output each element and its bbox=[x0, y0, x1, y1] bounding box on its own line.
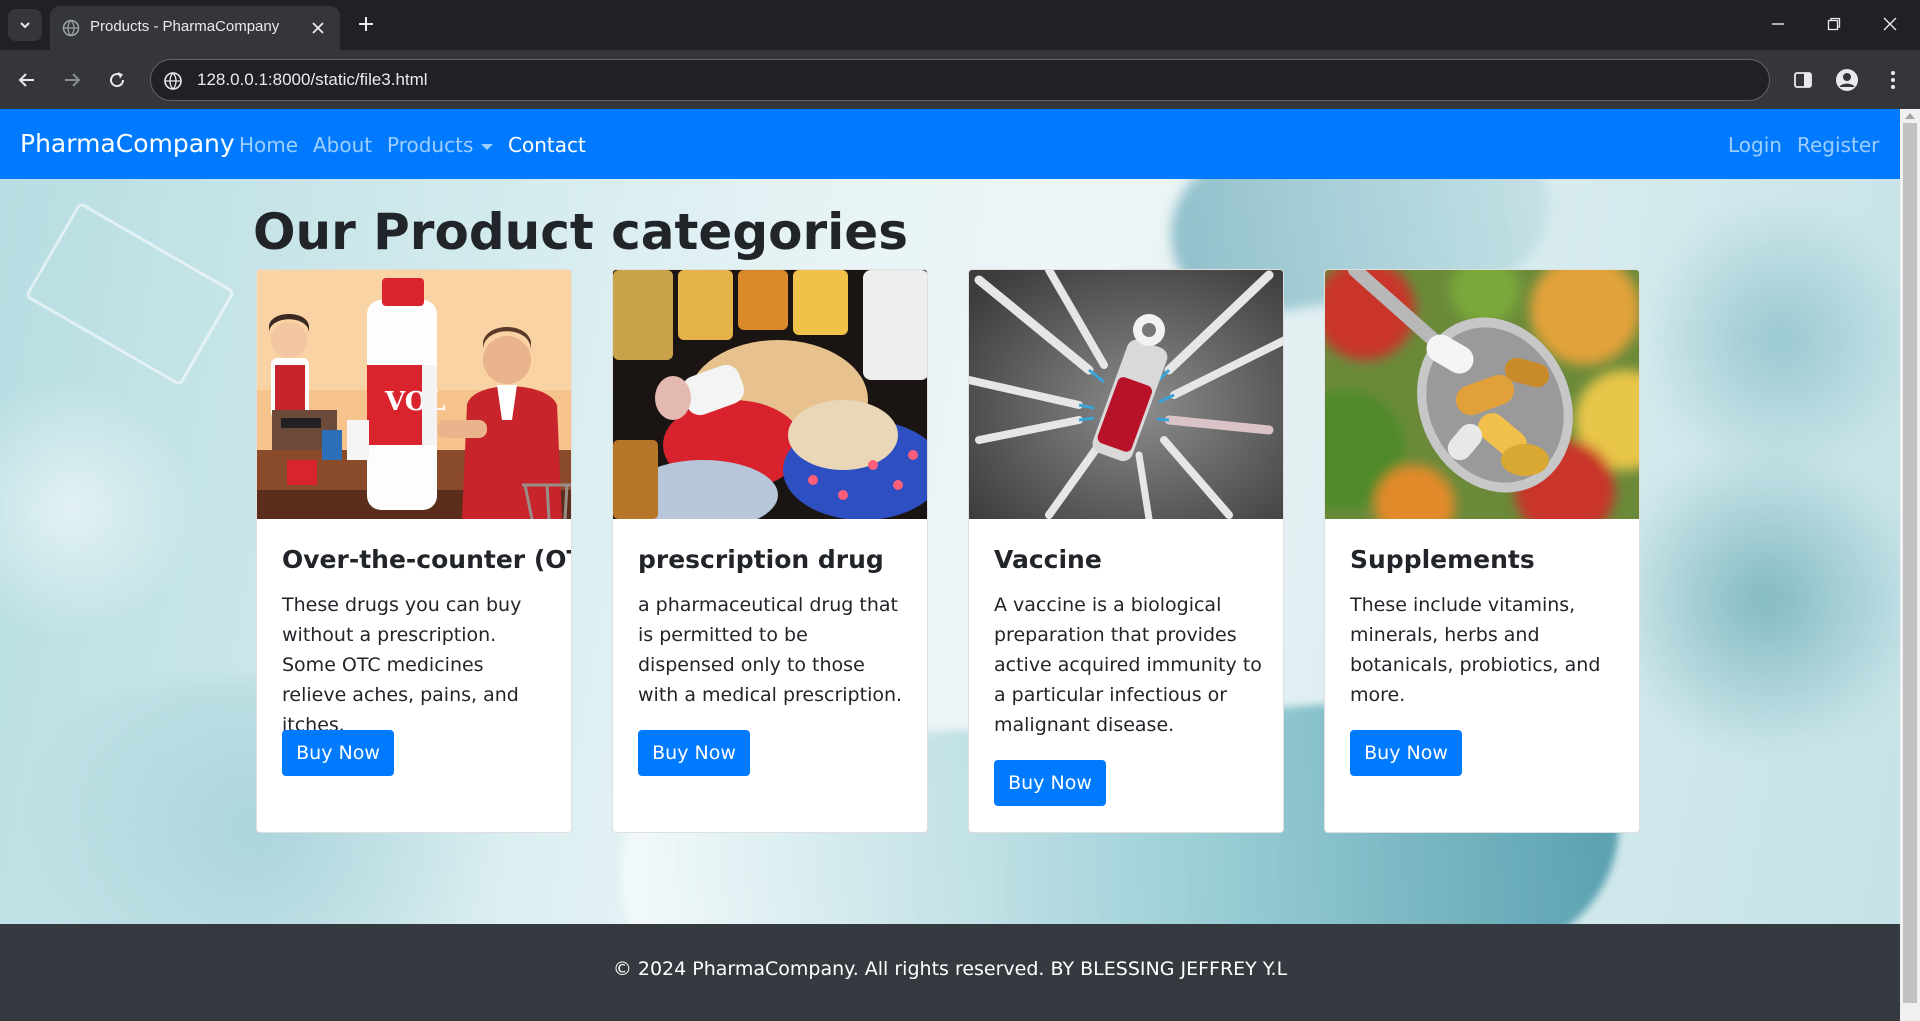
page-viewport: PharmaCompany Home About Products Contac… bbox=[0, 109, 1900, 1021]
card-title: prescription drug bbox=[638, 545, 884, 574]
supplements-card-image bbox=[1325, 270, 1639, 519]
product-card-otc: VOL Over-the-counter (OTC) Th bbox=[256, 269, 572, 833]
nav-about[interactable]: About bbox=[313, 133, 372, 157]
prescription-card-image bbox=[613, 270, 927, 519]
buy-now-button[interactable]: Buy Now bbox=[994, 760, 1106, 806]
more-menu-icon[interactable] bbox=[1878, 65, 1908, 95]
brand-logo[interactable]: PharmaCompany bbox=[20, 129, 235, 158]
chevron-down-icon bbox=[20, 22, 30, 29]
scroll-up-arrow-icon[interactable] bbox=[1905, 113, 1915, 119]
card-title: Vaccine bbox=[994, 545, 1102, 574]
card-text: a pharmaceutical drug that is permitted … bbox=[638, 594, 903, 706]
site-info-icon[interactable] bbox=[163, 71, 183, 91]
nav-products[interactable]: Products bbox=[387, 133, 494, 157]
background-capsule bbox=[1600, 449, 1900, 749]
nav-login[interactable]: Login bbox=[1728, 133, 1782, 157]
tab-title: Products - PharmaCompany bbox=[90, 18, 280, 35]
tab-close-icon[interactable] bbox=[308, 18, 328, 38]
nav-register[interactable]: Register bbox=[1797, 133, 1879, 157]
profile-icon[interactable] bbox=[1832, 65, 1862, 95]
url-text[interactable]: 128.0.0.1:8000/static/file3.html bbox=[197, 70, 428, 90]
back-icon[interactable] bbox=[12, 65, 42, 95]
browser-tab[interactable]: Products - PharmaCompany bbox=[50, 6, 340, 50]
restore-icon[interactable] bbox=[1820, 12, 1848, 36]
background-bokeh bbox=[0, 379, 200, 639]
side-panel-icon[interactable] bbox=[1788, 65, 1818, 95]
card-title: Supplements bbox=[1350, 545, 1535, 574]
site-footer: © 2024 PharmaCompany. All rights reserve… bbox=[0, 924, 1900, 1021]
forward-icon[interactable] bbox=[57, 65, 87, 95]
background-capsule bbox=[1650, 189, 1900, 489]
buy-now-button[interactable]: Buy Now bbox=[638, 730, 750, 776]
nav-contact[interactable]: Contact bbox=[508, 133, 586, 157]
reload-icon[interactable] bbox=[102, 65, 132, 95]
browser-tab-bar: Products - PharmaCompany bbox=[0, 0, 1920, 50]
product-card-vaccine: Vaccine A vaccine is a biological prepar… bbox=[968, 269, 1284, 833]
page-title: Our Product categories bbox=[253, 203, 908, 261]
otc-card-image: VOL bbox=[257, 270, 571, 519]
card-text: These include vitamins, minerals, herbs … bbox=[1350, 594, 1601, 706]
card-title: Over-the-counter (OTC) bbox=[282, 545, 571, 574]
card-text: These drugs you can buy without a prescr… bbox=[282, 594, 522, 736]
address-bar[interactable]: 128.0.0.1:8000/static/file3.html bbox=[150, 59, 1770, 101]
site-navbar: PharmaCompany Home About Products Contac… bbox=[0, 109, 1900, 179]
buy-now-button[interactable]: Buy Now bbox=[282, 730, 394, 776]
browser-toolbar: 128.0.0.1:8000/static/file3.html bbox=[0, 50, 1920, 109]
product-card-prescription: prescription drug a pharmaceutical drug … bbox=[612, 269, 928, 833]
buy-now-button[interactable]: Buy Now bbox=[1350, 730, 1462, 776]
close-window-icon[interactable] bbox=[1876, 12, 1904, 36]
background-hexagon bbox=[24, 201, 236, 387]
nav-products-label: Products bbox=[387, 133, 474, 157]
minimize-icon[interactable] bbox=[1764, 12, 1792, 36]
tab-search-button[interactable] bbox=[8, 9, 42, 41]
vertical-scrollbar[interactable] bbox=[1900, 109, 1920, 1021]
new-tab-icon[interactable] bbox=[354, 12, 378, 36]
card-text: A vaccine is a biological preparation th… bbox=[994, 594, 1262, 736]
nav-home[interactable]: Home bbox=[239, 133, 298, 157]
product-card-supplements: Supplements These include vitamins, mine… bbox=[1324, 269, 1640, 833]
scrollbar-thumb[interactable] bbox=[1903, 123, 1917, 1003]
globe-icon bbox=[62, 19, 80, 37]
vaccine-card-image bbox=[969, 270, 1283, 519]
caret-down-icon bbox=[481, 143, 494, 150]
footer-copyright: © 2024 PharmaCompany. All rights reserve… bbox=[612, 958, 1288, 980]
products-section: Our Product categories VOL Over-the-coun… bbox=[0, 179, 1900, 924]
